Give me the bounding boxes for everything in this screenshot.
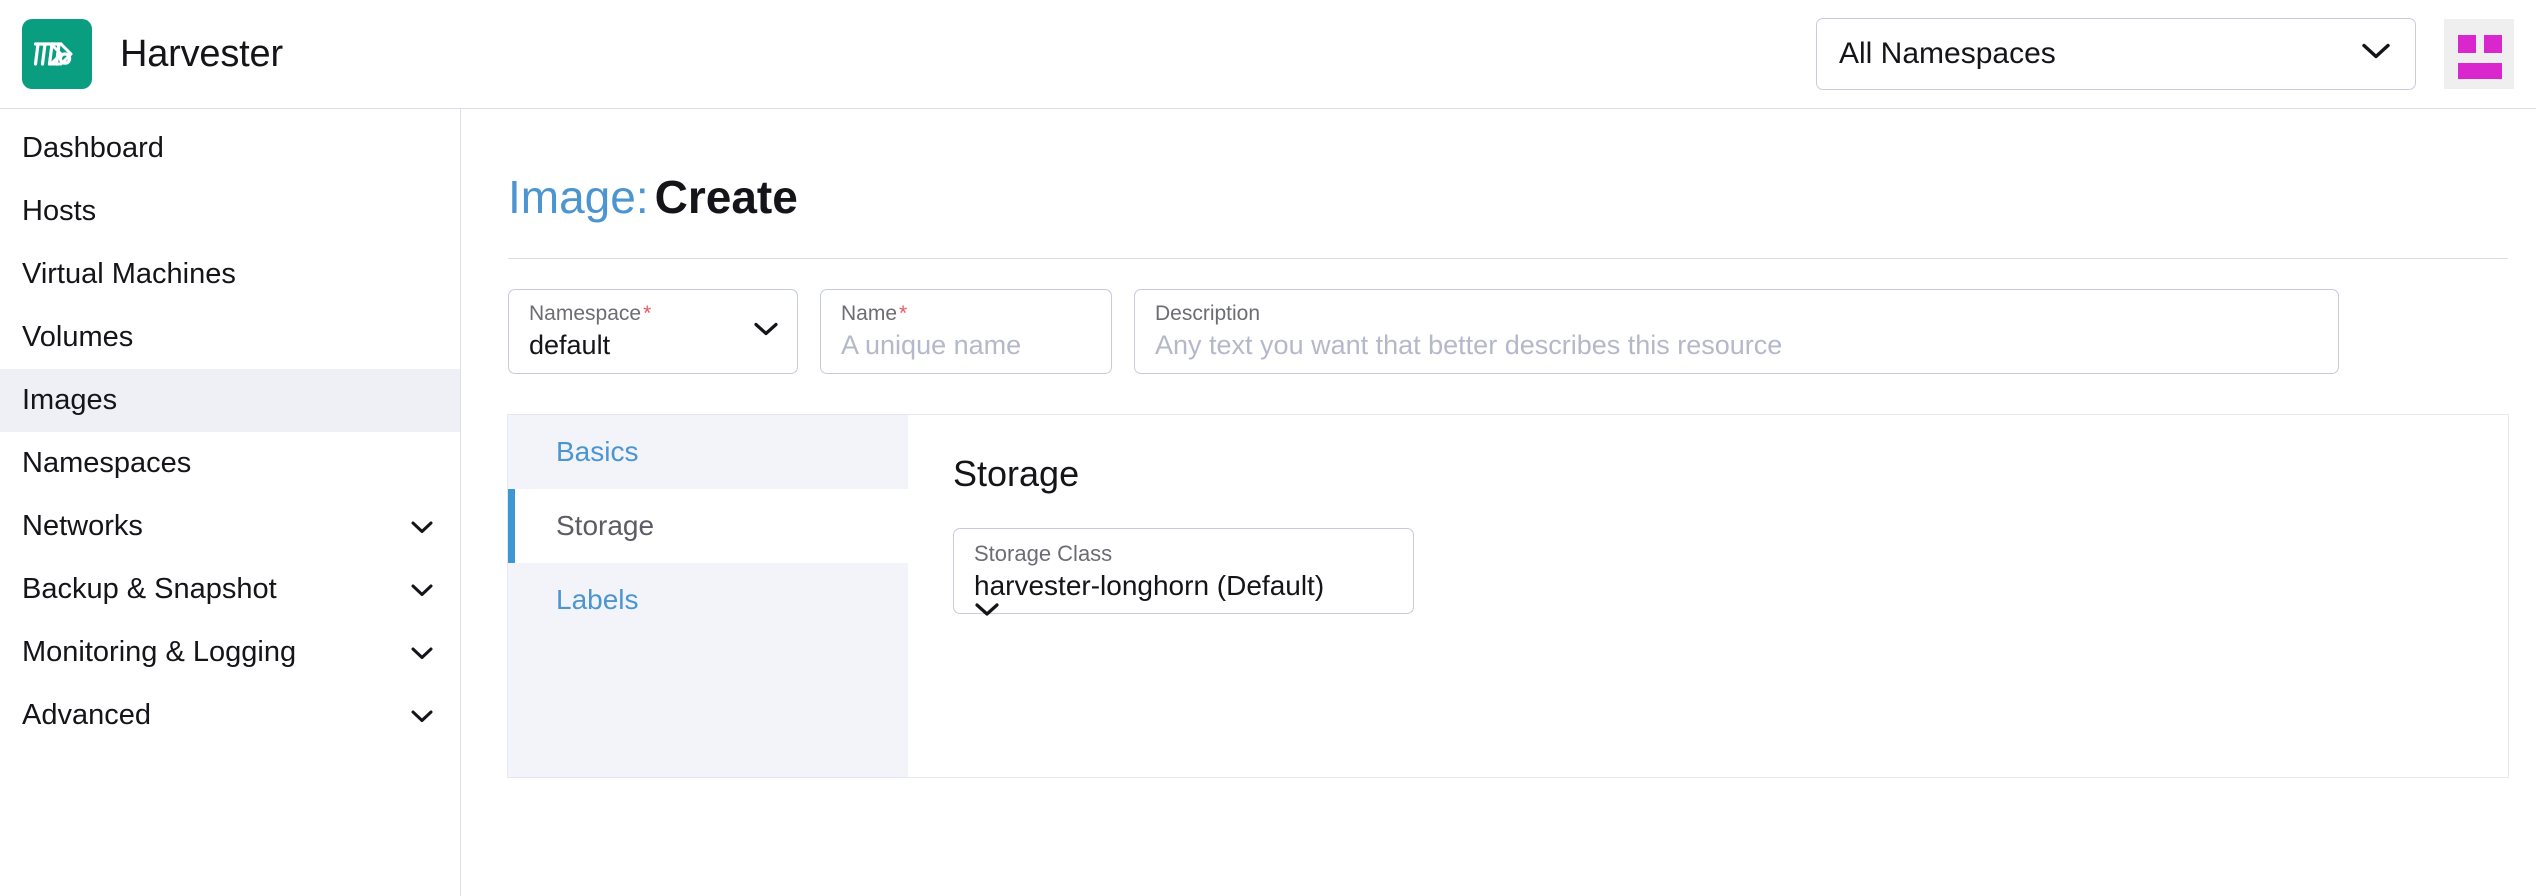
page-title-main: Create: [655, 171, 798, 223]
sidebar-item-virtual-machines[interactable]: Virtual Machines: [0, 243, 460, 306]
chevron-down-icon: [410, 636, 434, 669]
tab-storage[interactable]: Storage: [508, 489, 908, 563]
avatar-eye-right: [2484, 35, 2502, 53]
namespace-filter-select[interactable]: All Namespaces: [1816, 18, 2416, 90]
avatar-mouth: [2458, 63, 2502, 79]
tab-labels[interactable]: Labels: [508, 563, 908, 637]
sidebar-item-hosts[interactable]: Hosts: [0, 180, 460, 243]
sidebar: Dashboard Hosts Virtual Machines Volumes…: [0, 109, 461, 896]
avatar-eye-left: [2458, 35, 2476, 53]
required-asterisk: *: [899, 302, 907, 325]
sidebar-item-dashboard[interactable]: Dashboard: [0, 117, 460, 180]
user-avatar-icon[interactable]: [2444, 19, 2514, 89]
namespace-select[interactable]: Namespace* default: [508, 289, 798, 374]
chevron-down-icon: [753, 321, 779, 342]
tab-label: Basics: [556, 436, 638, 468]
main-content: Image:Create Namespace* default Name* A …: [462, 109, 2536, 896]
sidebar-item-label: Networks: [22, 510, 410, 543]
name-field[interactable]: Name* A unique name: [820, 289, 1112, 374]
sidebar-item-namespaces[interactable]: Namespaces: [0, 432, 460, 495]
storage-class-value: harvester-longhorn (Default): [974, 570, 1393, 602]
name-input[interactable]: A unique name: [841, 330, 1091, 361]
page-title-prefix: Image:: [508, 171, 649, 223]
description-input[interactable]: Any text you want that better describes …: [1155, 330, 2318, 361]
storage-class-select[interactable]: Storage Class harvester-longhorn (Defaul…: [953, 528, 1414, 614]
sidebar-item-label: Backup & Snapshot: [22, 573, 410, 606]
sidebar-item-backup-and-snapshot[interactable]: Backup & Snapshot: [0, 558, 460, 621]
storage-tab-panel: Storage Storage Class harvester-longhorn…: [908, 415, 2508, 777]
harvester-logo-icon: [22, 19, 92, 89]
sidebar-item-volumes[interactable]: Volumes: [0, 306, 460, 369]
chevron-down-icon: [410, 573, 434, 606]
sidebar-item-label: Monitoring & Logging: [22, 636, 410, 669]
sidebar-item-label: Dashboard: [22, 132, 434, 165]
sidebar-item-label: Advanced: [22, 699, 410, 732]
sidebar-item-advanced[interactable]: Advanced: [0, 684, 460, 747]
description-label: Description: [1155, 302, 2318, 326]
title-divider: [508, 258, 2508, 259]
namespace-value: default: [529, 330, 777, 361]
chevron-down-icon: [410, 510, 434, 543]
tab-basics[interactable]: Basics: [508, 415, 908, 489]
panel-tab-list: Basics Storage Labels: [508, 415, 908, 777]
primary-field-row: Namespace* default Name* A unique name D…: [508, 289, 2496, 374]
sidebar-item-label: Hosts: [22, 195, 434, 228]
sidebar-item-label: Namespaces: [22, 447, 434, 480]
name-label: Name*: [841, 302, 1091, 326]
chevron-down-icon: [974, 605, 1000, 622]
section-title: Storage: [953, 453, 2508, 495]
chevron-down-icon: [410, 699, 434, 732]
tab-label: Labels: [556, 584, 639, 616]
description-field[interactable]: Description Any text you want that bette…: [1134, 289, 2339, 374]
chevron-down-icon: [2361, 43, 2391, 66]
sidebar-item-label: Virtual Machines: [22, 258, 434, 291]
sidebar-item-label: Volumes: [22, 321, 434, 354]
sidebar-item-networks[interactable]: Networks: [0, 495, 460, 558]
sidebar-item-label: Images: [22, 384, 434, 417]
namespace-label: Namespace*: [529, 302, 777, 326]
sidebar-item-monitoring-and-logging[interactable]: Monitoring & Logging: [0, 621, 460, 684]
page-title: Image:Create: [502, 109, 2496, 220]
image-config-panel: Basics Storage Labels Storage Storage Cl…: [508, 415, 2508, 777]
header-right-controls: All Namespaces: [1816, 0, 2536, 108]
app-header: Harvester All Namespaces: [0, 0, 2536, 109]
sidebar-item-images[interactable]: Images: [0, 369, 460, 432]
brand[interactable]: Harvester: [0, 0, 283, 108]
namespace-filter-value: All Namespaces: [1839, 37, 2056, 71]
storage-class-label: Storage Class: [974, 541, 1393, 566]
required-asterisk: *: [643, 302, 651, 325]
tab-label: Storage: [556, 510, 654, 542]
brand-name: Harvester: [120, 33, 283, 76]
